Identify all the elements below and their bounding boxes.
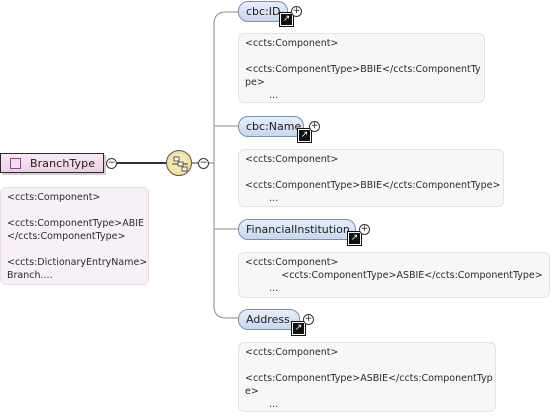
doc-line: <ccts:ComponentType>ASBIE</ccts:Componen…	[245, 373, 493, 384]
sequence-compositor-icon[interactable]	[166, 150, 192, 176]
root-element-label: BranchType	[30, 156, 96, 170]
link-arrow-icon: ↗	[347, 231, 362, 246]
doc-line: ...	[245, 283, 279, 294]
root-documentation: <ccts:Component> <ccts:ComponentType>ABI…	[0, 187, 149, 285]
element-address[interactable]: Address	[238, 309, 300, 330]
doc-line: e>	[245, 386, 259, 397]
link-arrow-icon: ↗	[279, 12, 294, 27]
sequence-symbol-icon	[172, 156, 188, 172]
expand-cbc-id-icon[interactable]: +	[291, 6, 302, 17]
doc-line: <ccts:Component>	[245, 347, 339, 358]
collapse-root-icon[interactable]: −	[106, 158, 117, 169]
cbc-id-documentation: <ccts:Component> <ccts:ComponentType>BBI…	[238, 33, 485, 103]
expand-address-icon[interactable]: +	[303, 314, 314, 325]
link-arrow-icon: ↗	[291, 321, 306, 336]
doc-line: <ccts:ComponentType>BBIE</ccts:Component…	[245, 64, 481, 75]
element-label: cbc:ID	[246, 5, 281, 18]
doc-line: <ccts:ComponentType>BBIE</ccts:Component…	[245, 180, 501, 191]
expand-financial-institution-icon[interactable]: +	[359, 224, 370, 235]
doc-line: </ccts:ComponentType>	[7, 231, 126, 242]
address-documentation: <ccts:Component> <ccts:ComponentType>ASB…	[238, 342, 496, 412]
collapse-sequence-icon[interactable]: −	[198, 158, 209, 169]
doc-line: ...	[245, 399, 279, 410]
doc-line: ...	[245, 90, 279, 101]
financial-institution-documentation: <ccts:Component> <ccts:ComponentType>ASB…	[238, 252, 550, 298]
root-element-branchtype[interactable]: BranchType	[0, 153, 104, 173]
element-square-icon	[10, 157, 21, 169]
element-label: FinancialInstitution	[246, 223, 350, 236]
element-cbc-name[interactable]: cbc:Name	[238, 116, 304, 137]
element-label: cbc:Name	[246, 120, 302, 133]
doc-line: <ccts:ComponentType>ASBIE</ccts:Componen…	[245, 270, 543, 281]
link-arrow-icon: ↗	[297, 128, 312, 143]
doc-line: <ccts:Component>	[7, 192, 101, 203]
element-label: Address	[246, 313, 290, 326]
doc-line: pe>	[245, 77, 265, 88]
doc-line: Branch....	[7, 270, 53, 281]
element-financial-institution[interactable]: FinancialInstitution	[238, 219, 356, 240]
doc-line: ...	[245, 193, 279, 204]
doc-line: <ccts:ComponentType>ABIE	[7, 218, 145, 229]
doc-line: <ccts:Component>	[245, 257, 339, 268]
doc-line: <ccts:DictionaryEntryName>	[7, 257, 148, 268]
doc-line: <ccts:Component>	[245, 38, 339, 49]
cbc-name-documentation: <ccts:Component> <ccts:ComponentType>BBI…	[238, 149, 504, 207]
doc-line: <ccts:Component>	[245, 154, 339, 165]
expand-cbc-name-icon[interactable]: +	[309, 121, 320, 132]
